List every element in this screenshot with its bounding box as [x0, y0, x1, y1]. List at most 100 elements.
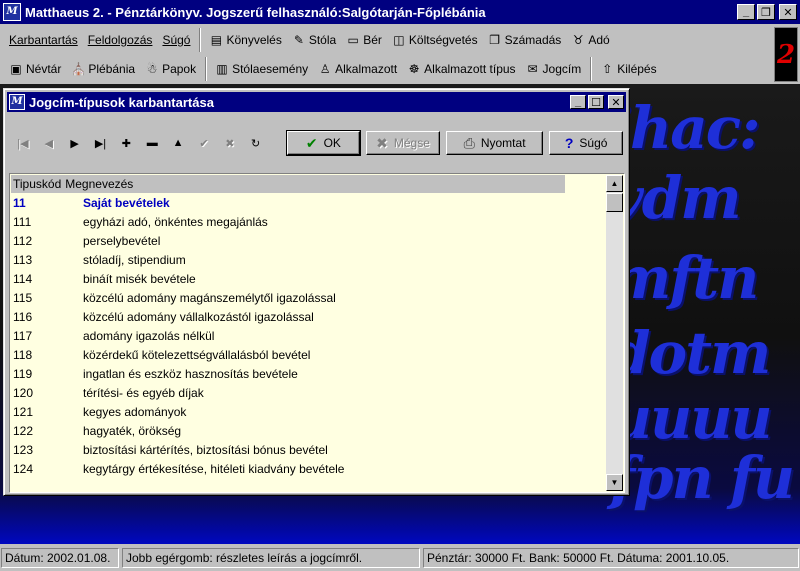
help-icon: ?	[564, 135, 574, 151]
stola-button[interactable]: ✎ Stóla	[287, 33, 341, 47]
last-record-button[interactable]: ▶|	[88, 132, 114, 154]
cancel-icon: ✖	[376, 134, 388, 151]
list-item[interactable]: 119 ingatlan és eszköz hasznosítás bevéte…	[11, 364, 605, 383]
menu-group: Karbantartás Feldolgozás Súgó	[0, 28, 199, 52]
list-item[interactable]: 111 egyházi adó, önkéntes megajánlás	[11, 212, 605, 231]
exit-icon: ⇧	[602, 62, 613, 76]
status-hint: Jobb egérgomb: részletes leírás a jogcím…	[122, 547, 420, 568]
megnevezes-cell: közcélú adomány vállalkozástól igazoláss…	[83, 309, 314, 324]
list-item[interactable]: 122 hagyaték, örökség	[11, 421, 605, 440]
menu-karbantartas[interactable]: Karbantartás	[4, 33, 83, 47]
list-item[interactable]: 116 közcélú adomány vállalkozástól igazol…	[11, 307, 605, 326]
tipuskod-cell: 111	[13, 214, 32, 229]
scroll-thumb[interactable]	[606, 193, 623, 212]
minimize-button[interactable]: _	[737, 4, 755, 20]
help-button[interactable]: ? Súgó	[549, 131, 623, 155]
refresh-button[interactable]: ↻	[243, 132, 269, 154]
pen-icon: ✎	[293, 33, 304, 47]
alkalmazott-button[interactable]: ♙ Alkalmazott	[313, 62, 402, 76]
next-record-button[interactable]: ▶	[62, 132, 88, 154]
first-record-button[interactable]: |◀	[10, 132, 36, 154]
scroll-up-button[interactable]: ▲	[606, 175, 623, 192]
szamadas-button[interactable]: ❐ Számadás	[483, 33, 567, 47]
button-label: Adó	[588, 33, 610, 47]
edit-record-button[interactable]: ▲	[165, 132, 191, 154]
list-item[interactable]: 123 biztosítási kártérítés, biztosítási b…	[11, 440, 605, 459]
megnevezes-cell: adomány igazolás nélkül	[83, 328, 215, 343]
scroll-down-button[interactable]: ▼	[606, 474, 623, 491]
megnevezes-cell: perselybevétel	[83, 233, 161, 248]
ber-button[interactable]: ▭ Bér	[341, 33, 387, 47]
kilepes-button[interactable]: ⇧ Kilépés	[595, 62, 661, 76]
jogcim-button[interactable]: ✉ Jogcím	[521, 62, 587, 76]
button-label: Névtár	[26, 62, 62, 76]
list-item[interactable]: 114 bináít misék bevétele	[11, 269, 605, 288]
cancel-edit-button[interactable]: ✖	[217, 132, 243, 154]
tipuskod-cell: 11	[13, 195, 26, 210]
prior-record-button[interactable]: ◀	[36, 132, 62, 154]
edit-icon: ▲	[172, 137, 184, 149]
alkalmazott-tipus-button[interactable]: ☸ Alkalmazott típus	[402, 62, 520, 76]
printer-icon: ⎙	[463, 134, 475, 151]
konyveles-button[interactable]: ▤ Könyvelés	[204, 33, 286, 47]
dialog-maximize-button[interactable]: ☐	[588, 95, 604, 109]
koltsegvetes-button[interactable]: ◫ Költségvetés	[387, 33, 483, 47]
menu-label: Karbantartás	[9, 33, 78, 47]
tipuskod-cell: 116	[13, 309, 33, 324]
megnevezes-cell: közcélú adomány magánszemélytől igazolás…	[83, 290, 336, 305]
employee-type-icon: ☸	[408, 62, 420, 76]
list-item[interactable]: 118 közérdekű kötelezettségvállalásból be…	[11, 345, 605, 364]
close-button[interactable]: ✕	[779, 4, 797, 20]
dialog-title-bar[interactable]: M Jogcím-típusok karbantartása _ ☐ ✕	[7, 92, 626, 112]
maximize-icon: ☐	[591, 96, 601, 109]
tipuskod-cell: 115	[13, 290, 33, 305]
dialog-minimize-button[interactable]: _	[570, 95, 586, 109]
dialog-title: Jogcím-típusok karbantartása	[29, 94, 214, 110]
main-title-bar[interactable]: M Matthaeus 2. - Pénztárkönyv. Jogszerű …	[0, 0, 800, 24]
delete-record-button[interactable]: ▬	[139, 132, 165, 154]
button-label: Papok	[162, 62, 197, 76]
list-item[interactable]: 115 közcélú adomány magánszemélytől igazo…	[11, 288, 605, 307]
dialog-toolbar: |◀ ◀ ▶ ▶| ✚ ▬ ▲ ✔ ✖ ↻ ✔ OK ✖ Mégse ⎙ Nyo…	[10, 129, 623, 157]
column-header-megnevezes[interactable]: Megnevezés	[61, 177, 133, 191]
nevtar-button[interactable]: ▣ Névtár	[4, 62, 66, 76]
post-record-button[interactable]: ✔	[191, 132, 217, 154]
list-item[interactable]: 117 adomány igazolás nélkül	[11, 326, 605, 345]
restore-icon: ❐	[761, 6, 771, 19]
tipuskod-cell: 119	[13, 366, 33, 381]
papok-button[interactable]: ☃ Papok	[140, 62, 201, 76]
list-item[interactable]: 120 térítési- és egyéb díjak	[11, 383, 605, 402]
button-label: Plébánia	[88, 62, 136, 76]
cancel-label: Mégse	[393, 136, 430, 150]
insert-record-button[interactable]: ✚	[113, 132, 139, 154]
jogcim-type-list[interactable]: Tipuskód Megnevezés 11 Saját bevételek 111…	[9, 173, 625, 493]
menu-sugo[interactable]: Súgó	[157, 33, 195, 47]
list-header[interactable]: Tipuskód Megnevezés	[11, 175, 565, 193]
vertical-scrollbar[interactable]: ▲ ▼	[606, 175, 623, 491]
stolaesemeny-button[interactable]: ▥ Stólaesemény	[210, 62, 313, 76]
toolbar2-group-a: ▣ Névtár ⛪ Plébánia ☃ Papok	[0, 57, 205, 81]
megnevezes-cell: hagyaték, örökség	[83, 423, 182, 438]
list-item[interactable]: 11 Saját bevételek	[11, 193, 605, 212]
cancel-button[interactable]: ✖ Mégse	[366, 131, 440, 155]
first-icon: |◀	[17, 137, 29, 150]
list-item[interactable]: 113 stóladíj, stipendium	[11, 250, 605, 269]
toolbar1-buttons: ▤ Könyvelés ✎ Stóla ▭ Bér ◫ Költségvetés ❐ Sz…	[199, 28, 618, 52]
column-header-tipuskod[interactable]: Tipuskód	[11, 177, 61, 191]
restore-button[interactable]: ❐	[757, 4, 775, 20]
dialog-app-icon[interactable]: M	[9, 94, 25, 110]
print-button[interactable]: ⎙ Nyomtat	[445, 131, 544, 155]
plebania-button[interactable]: ⛪ Plébánia	[66, 62, 140, 76]
button-label: Jogcím	[542, 62, 582, 76]
app-icon[interactable]: M	[3, 3, 21, 21]
ado-button[interactable]: ♉ Adó	[566, 33, 614, 47]
megnevezes-cell: bináít misék bevétele	[83, 271, 196, 286]
button-label: Stóla	[308, 33, 337, 47]
menu-label: Feldolgozás	[87, 33, 153, 47]
menu-feldolgozas[interactable]: Feldolgozás	[83, 33, 158, 47]
list-item[interactable]: 112 perselybevétel	[11, 231, 605, 250]
ok-button[interactable]: ✔ OK	[285, 130, 362, 156]
list-item[interactable]: 121 kegyes adományok	[11, 402, 605, 421]
dialog-close-button[interactable]: ✕	[608, 95, 624, 109]
list-item[interactable]: 124 kegytárgy értékesítése, hitéleti kiad…	[11, 459, 605, 478]
